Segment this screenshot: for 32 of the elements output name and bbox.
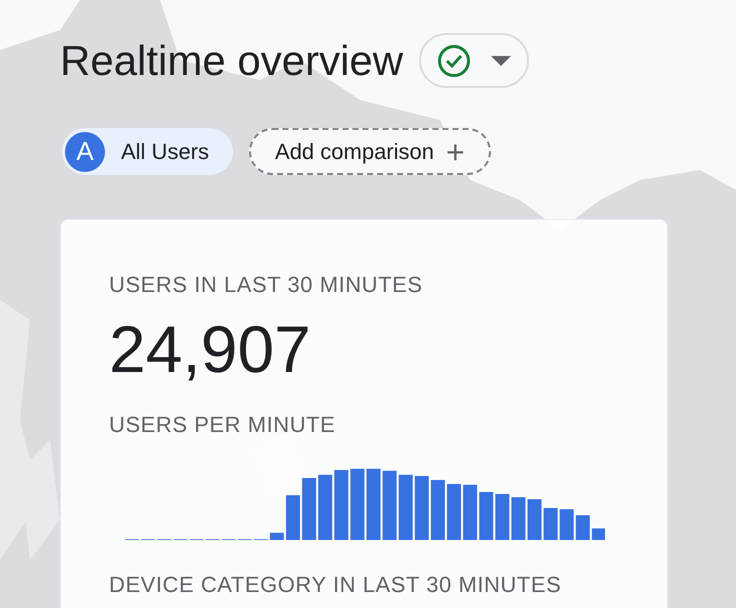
chart-bar [430, 480, 445, 540]
caret-icon [491, 56, 512, 66]
segment-chip[interactable]: A All Users [62, 128, 234, 175]
users-count: 24,907 [109, 316, 312, 382]
chart-bar [350, 468, 364, 540]
chart-bar [382, 470, 397, 540]
chart-bar [463, 484, 478, 540]
chart-bar [495, 494, 510, 540]
chart-bar [479, 492, 494, 540]
chart-bar [270, 532, 284, 540]
chart-bar [318, 474, 332, 540]
add-comparison-button[interactable]: Add comparison + [249, 128, 491, 175]
chart-bar [560, 509, 574, 540]
plus-icon: + [446, 136, 465, 168]
chart-bar [414, 476, 429, 540]
chart-bar [592, 528, 605, 540]
chart-bar [528, 499, 542, 540]
card-label: DEVICE CATEGORY IN LAST 30 MINUTES [109, 574, 562, 596]
chart-bar [334, 470, 348, 540]
chart-bar [366, 468, 380, 540]
card-label: USERS PER MINUTE [109, 414, 336, 436]
card-label: USERS IN LAST 30 MINUTES [109, 274, 424, 296]
chart-bar [447, 484, 461, 540]
check-circle-icon [437, 44, 472, 78]
chart-bar [398, 474, 413, 540]
avatar: A [65, 132, 105, 172]
chart-bar [286, 495, 300, 540]
chart-bar [511, 497, 526, 540]
page-title: Realtime overview [60, 40, 404, 82]
chart-bar [302, 478, 316, 540]
chip-label: All Users [121, 138, 210, 166]
chart-bar [544, 508, 558, 540]
